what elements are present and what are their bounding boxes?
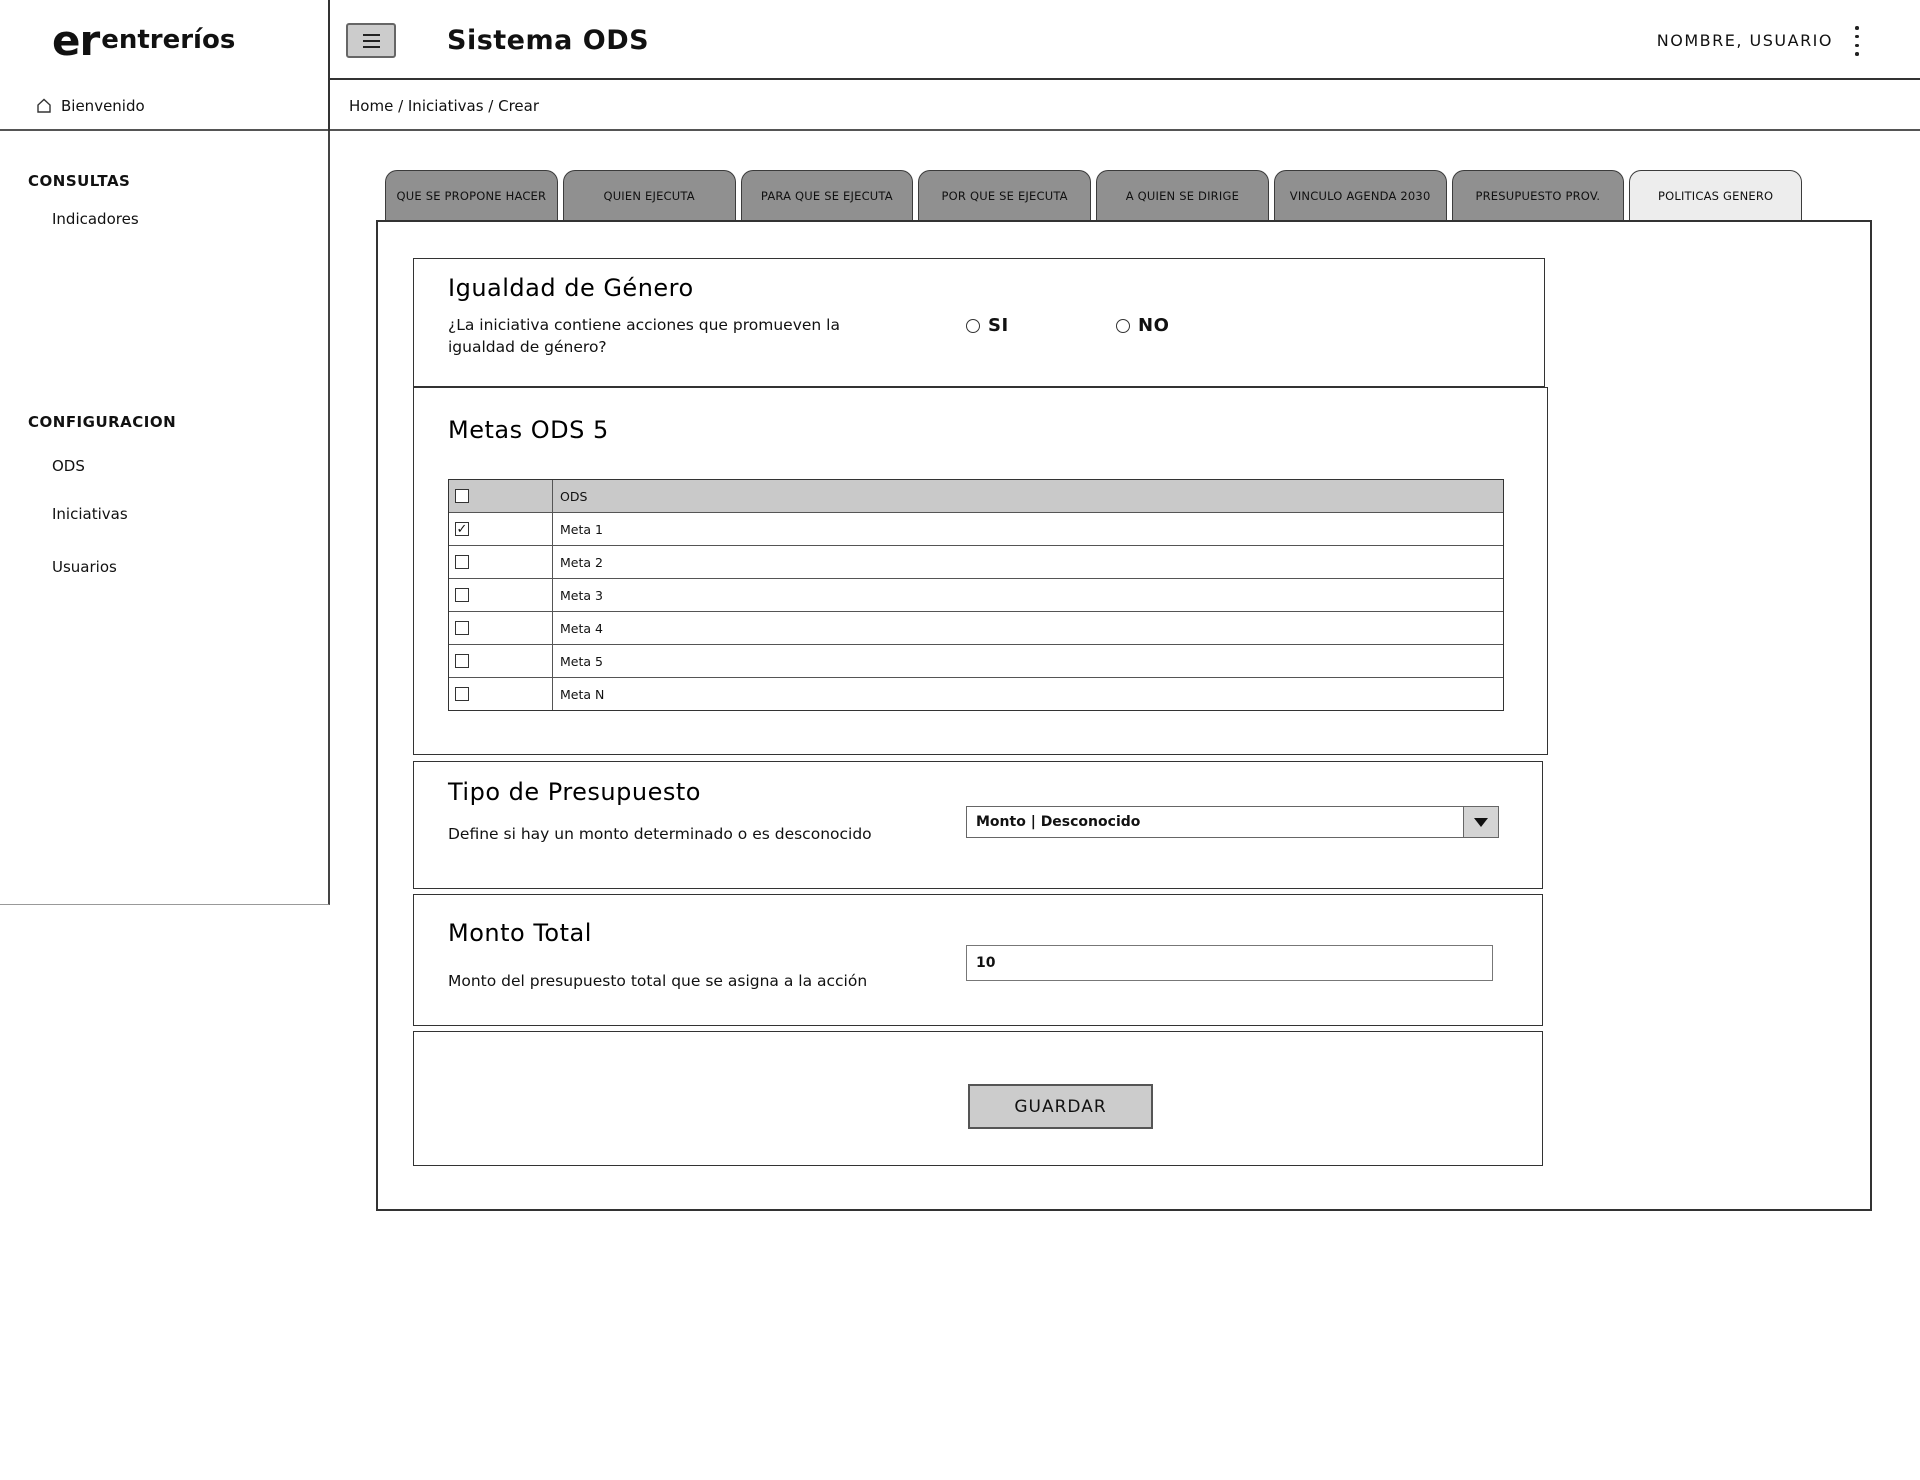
top-bar: er entreríos Sistema ODS NOMBRE, USUARIO bbox=[0, 0, 1920, 80]
metas-section-title: Metas ODS 5 bbox=[448, 416, 609, 444]
sidebar-item-usuarios[interactable]: Usuarios bbox=[52, 558, 117, 576]
table-row[interactable]: Meta 2 bbox=[449, 545, 1503, 578]
user-menu-label[interactable]: NOMBRE, USUARIO bbox=[1657, 0, 1833, 80]
row-label: Meta 4 bbox=[553, 612, 1503, 644]
table-row[interactable]: ✓ Meta 1 bbox=[449, 512, 1503, 545]
column-header-ods: ODS bbox=[553, 480, 1503, 512]
row-checkbox-checked[interactable]: ✓ bbox=[455, 522, 469, 536]
dropdown-button[interactable] bbox=[1463, 807, 1498, 837]
radio-si[interactable]: SI bbox=[966, 315, 1009, 336]
tab-a-quien-se-dirige[interactable]: A QUIEN SE DIRIGE bbox=[1096, 170, 1269, 220]
logo-er-text: er bbox=[52, 16, 99, 65]
total-amount-title: Monto Total bbox=[448, 919, 592, 947]
tab-que-se-propone-hacer[interactable]: QUE SE PROPONE HACER bbox=[385, 170, 558, 220]
total-amount-section: Monto Total Monto del presupuesto total … bbox=[413, 894, 1543, 1026]
table-row[interactable]: Meta 5 bbox=[449, 644, 1503, 677]
tab-quien-ejecuta[interactable]: QUIEN EJECUTA bbox=[563, 170, 736, 220]
row-label: Meta 1 bbox=[553, 513, 1503, 545]
tab-politicas-genero[interactable]: POLITICAS GENERO bbox=[1629, 170, 1802, 220]
total-amount-description: Monto del presupuesto total que se asign… bbox=[448, 971, 867, 993]
sidebar-section-configuracion: CONFIGURACION bbox=[28, 413, 176, 431]
total-amount-input[interactable] bbox=[966, 945, 1493, 981]
welcome-label: Bienvenido bbox=[61, 97, 145, 115]
radio-si-label: SI bbox=[988, 315, 1009, 336]
row-label: Meta 3 bbox=[553, 579, 1503, 611]
chevron-down-icon bbox=[1474, 818, 1488, 827]
row-label: Meta N bbox=[553, 678, 1503, 710]
budget-type-dropdown[interactable]: Monto | Desconocido bbox=[966, 806, 1499, 838]
gender-equality-section: Igualdad de Género ¿La iniciativa contie… bbox=[413, 258, 1545, 387]
radio-no[interactable]: NO bbox=[1116, 315, 1169, 336]
tab-para-que-se-ejecuta[interactable]: PARA QUE SE EJECUTA bbox=[741, 170, 914, 220]
budget-type-title: Tipo de Presupuesto bbox=[448, 778, 701, 806]
sidebar-section-consultas: CONSULTAS bbox=[28, 172, 130, 190]
row-label: Meta 2 bbox=[553, 546, 1503, 578]
breadcrumb[interactable]: Home / Iniciativas / Crear bbox=[349, 80, 539, 131]
table-row[interactable]: Meta 4 bbox=[449, 611, 1503, 644]
sidebar-item-indicadores[interactable]: Indicadores bbox=[52, 210, 139, 228]
table-row[interactable]: Meta 3 bbox=[449, 578, 1503, 611]
row-checkbox[interactable] bbox=[455, 621, 469, 635]
home-icon bbox=[36, 98, 52, 114]
row-checkbox[interactable] bbox=[455, 654, 469, 668]
table-header-row: ODS bbox=[449, 480, 1503, 512]
kebab-menu-icon[interactable] bbox=[1852, 26, 1862, 56]
hamburger-menu-button[interactable] bbox=[346, 23, 396, 58]
sidebar: CONSULTAS Indicadores CONFIGURACION ODS … bbox=[0, 131, 330, 905]
gender-question: ¿La iniciativa contiene acciones que pro… bbox=[448, 315, 893, 358]
logo-entrerios-text: entreríos bbox=[101, 25, 235, 55]
row-label: Meta 5 bbox=[553, 645, 1503, 677]
radio-no-circle-icon[interactable] bbox=[1116, 319, 1130, 333]
page-title: Sistema ODS bbox=[447, 0, 649, 80]
tab-por-que-se-ejecuta[interactable]: POR QUE SE EJECUTA bbox=[918, 170, 1091, 220]
select-all-checkbox[interactable] bbox=[455, 489, 469, 503]
tab-presupuesto-prov[interactable]: PRESUPUESTO PROV. bbox=[1452, 170, 1625, 220]
dropdown-selected-value: Monto | Desconocido bbox=[967, 807, 1463, 837]
metas-ods-section: Metas ODS 5 ODS ✓ Meta 1 Meta 2 Meta 3 M… bbox=[413, 387, 1548, 755]
logo: er entreríos bbox=[0, 0, 330, 80]
breadcrumb-bar: Bienvenido Home / Iniciativas / Crear bbox=[0, 80, 1920, 131]
budget-type-description: Define si hay un monto determinado o es … bbox=[448, 824, 872, 846]
radio-no-label: NO bbox=[1138, 315, 1169, 336]
sidebar-item-ods[interactable]: ODS bbox=[52, 457, 85, 475]
form-tabs: QUE SE PROPONE HACER QUIEN EJECUTA PARA … bbox=[385, 170, 1802, 220]
sidebar-item-iniciativas[interactable]: Iniciativas bbox=[52, 505, 128, 523]
gender-section-title: Igualdad de Género bbox=[448, 274, 694, 302]
budget-type-section: Tipo de Presupuesto Define si hay un mon… bbox=[413, 761, 1543, 889]
hamburger-icon bbox=[363, 34, 380, 36]
save-button[interactable]: GUARDAR bbox=[968, 1084, 1153, 1129]
metas-table: ODS ✓ Meta 1 Meta 2 Meta 3 Meta 4 Meta 5… bbox=[448, 479, 1504, 711]
save-section: GUARDAR bbox=[413, 1031, 1543, 1166]
row-checkbox[interactable] bbox=[455, 588, 469, 602]
row-checkbox[interactable] bbox=[455, 555, 469, 569]
sidebar-item-welcome[interactable]: Bienvenido bbox=[0, 80, 330, 131]
table-row[interactable]: Meta N bbox=[449, 677, 1503, 710]
radio-si-circle-icon[interactable] bbox=[966, 319, 980, 333]
tab-vinculo-agenda-2030[interactable]: VINCULO AGENDA 2030 bbox=[1274, 170, 1447, 220]
row-checkbox[interactable] bbox=[455, 687, 469, 701]
